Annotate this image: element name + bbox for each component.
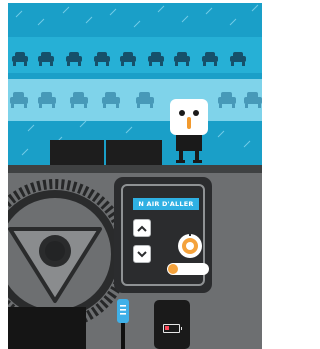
down-button[interactable] xyxy=(133,245,151,263)
toggle-knob xyxy=(168,264,178,274)
panel-title: N AIR D'ALLER xyxy=(133,198,199,210)
car-icon xyxy=(12,52,28,66)
control-panel: N AIR D'ALLER xyxy=(114,177,212,293)
car-icon xyxy=(136,92,154,108)
dashboard-screen xyxy=(8,307,86,349)
robot-character xyxy=(170,99,208,163)
crate-right xyxy=(106,140,162,166)
car-icon xyxy=(218,92,236,108)
up-arrow-icon xyxy=(137,225,147,232)
car-icon xyxy=(70,92,88,108)
car-icon xyxy=(230,52,246,66)
dial-knob-icon[interactable] xyxy=(177,233,203,259)
car-icon xyxy=(38,92,56,108)
car-icon xyxy=(120,52,136,66)
car-icon xyxy=(148,52,164,66)
phone xyxy=(154,300,190,349)
battery-icon xyxy=(163,324,182,333)
near-car-row xyxy=(10,92,262,108)
car-scene: N AIR D'ALLER xyxy=(8,3,262,349)
crate-left xyxy=(50,140,104,166)
car-icon xyxy=(10,92,28,108)
car-icon xyxy=(102,92,120,108)
up-button[interactable] xyxy=(133,219,151,237)
car-icon xyxy=(244,92,262,108)
car-icon xyxy=(94,52,110,66)
car-icon xyxy=(38,52,54,66)
car-icon xyxy=(174,52,190,66)
battery-level xyxy=(165,326,169,330)
car-icon xyxy=(202,52,218,66)
toggle-switch[interactable] xyxy=(167,263,209,275)
down-arrow-icon xyxy=(137,250,147,257)
panel-frame: N AIR D'ALLER xyxy=(121,184,209,286)
usb-plug-icon xyxy=(117,299,129,349)
car-icon xyxy=(66,52,82,66)
far-car-row xyxy=(12,52,246,66)
